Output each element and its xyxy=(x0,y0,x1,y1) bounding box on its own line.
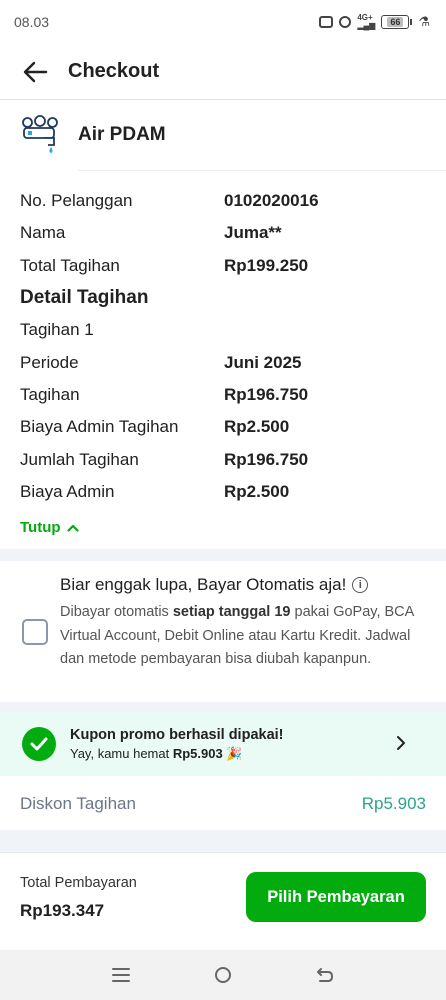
divider xyxy=(78,170,446,171)
collapse-details-button[interactable]: Tutup xyxy=(20,519,79,536)
discount-row: Diskon Tagihan Rp5.903 xyxy=(20,787,426,821)
bill-value: Juni 2025 xyxy=(224,352,302,372)
bill-row: Biaya Admin Rp2.500 xyxy=(20,476,426,508)
bill-label: Biaya Admin Tagihan xyxy=(20,417,179,437)
detail-section-title-row: Detail Tagihan xyxy=(20,282,426,314)
battery-icon: 66 xyxy=(381,15,413,29)
bill-value: Rp196.750 xyxy=(224,449,309,469)
detail-label: Total Tagihan xyxy=(20,255,120,275)
choose-payment-button[interactable]: Pilih Pembayaran xyxy=(246,872,426,922)
section-separator xyxy=(0,830,446,852)
status-icons: 4G+ ▂▄▆ 66 ⚗ xyxy=(319,14,430,30)
signal-icon: 4G+ ▂▄▆ xyxy=(357,13,376,30)
water-tap-icon xyxy=(22,115,58,153)
bill-label: Tagihan xyxy=(20,384,80,404)
home-icon[interactable] xyxy=(214,966,232,984)
info-icon[interactable]: i xyxy=(352,577,369,593)
bill-label: Jumlah Tagihan xyxy=(20,449,139,469)
detail-label: Nama xyxy=(20,223,66,243)
autopay-description: Dibayar otomatis setiap tanggal 19 pakai… xyxy=(60,604,414,667)
coupon-banner[interactable]: Kupon promo berhasil dipakai! Yay, kamu … xyxy=(0,712,446,776)
section-separator xyxy=(0,702,446,712)
collapse-label: Tutup xyxy=(20,519,61,536)
autopay-title: Biar enggak lupa, Bayar Otomatis aja! xyxy=(60,575,347,594)
detail-section-title: Detail Tagihan xyxy=(20,287,149,309)
autopay-title-row: Biar enggak lupa, Bayar Otomatis aja! i xyxy=(60,575,369,595)
coupon-title: Kupon promo berhasil dipakai! xyxy=(70,726,284,743)
total-value: Rp193.347 xyxy=(20,901,105,920)
detail-row: Nama Juma** xyxy=(20,217,426,249)
discount-value: Rp5.903 xyxy=(361,794,426,813)
flask-icon: ⚗ xyxy=(418,14,430,29)
arrow-left-icon xyxy=(23,61,48,82)
section-separator xyxy=(0,549,446,561)
bill-label: Tagihan 1 xyxy=(20,320,94,340)
detail-row: No. Pelanggan 0102020016 xyxy=(20,185,426,217)
total-label: Total Pembayaran xyxy=(20,875,137,891)
bill-row: Tagihan 1 xyxy=(20,314,426,346)
app-bar: Checkout xyxy=(0,44,446,100)
coupon-amount: Rp5.903 xyxy=(172,745,223,761)
menu-icon[interactable] xyxy=(112,967,130,983)
biller-header: Air PDAM xyxy=(0,100,446,170)
bill-row: Jumlah Tagihan Rp196.750 xyxy=(20,443,426,475)
system-nav-bar xyxy=(0,950,446,1000)
bill-row: Periode Juni 2025 xyxy=(20,346,426,378)
coupon-subtitle: Yay, kamu hemat Rp5.903 🎉 xyxy=(70,745,243,761)
vibrate-icon xyxy=(319,16,334,28)
bill-label: Biaya Admin xyxy=(20,481,115,501)
status-time: 08.03 xyxy=(14,14,50,30)
detail-row: Total Tagihan Rp199.250 xyxy=(20,250,426,282)
bill-row: Tagihan Rp196.750 xyxy=(20,379,426,411)
autopay-checkbox[interactable] xyxy=(22,619,48,645)
chevron-right-icon[interactable] xyxy=(396,735,406,751)
bill-row: Biaya Admin Tagihan Rp2.500 xyxy=(20,411,426,443)
detail-value: Juma** xyxy=(224,223,282,243)
detail-value: Rp199.250 xyxy=(224,255,309,275)
detail-value: 0102020016 xyxy=(224,191,319,211)
check-circle-icon xyxy=(22,727,56,761)
autopay-date: setiap tanggal 19 xyxy=(172,604,291,620)
party-icon: 🎉 xyxy=(226,745,243,761)
biller-name: Air PDAM xyxy=(78,124,166,145)
back-nav-icon[interactable] xyxy=(316,967,334,983)
battery-level: 66 xyxy=(387,17,404,27)
bill-label: Periode xyxy=(20,352,79,372)
bill-value: Rp2.500 xyxy=(224,481,290,501)
back-button[interactable] xyxy=(18,55,52,89)
detail-label: No. Pelanggan xyxy=(20,191,133,211)
bill-details: No. Pelanggan 0102020016 Nama Juma** Tot… xyxy=(20,185,426,508)
discount-label: Diskon Tagihan xyxy=(20,794,136,813)
chevron-up-icon xyxy=(66,524,79,532)
bill-value: Rp2.500 xyxy=(224,417,290,437)
page-title: Checkout xyxy=(68,60,160,82)
bill-value: Rp196.750 xyxy=(224,384,309,404)
coupon-text: Kupon promo berhasil dipakai! Yay, kamu … xyxy=(70,727,284,762)
status-bar: 08.03 4G+ ▂▄▆ 66 ⚗ xyxy=(0,0,446,44)
alarm-icon xyxy=(339,16,352,28)
